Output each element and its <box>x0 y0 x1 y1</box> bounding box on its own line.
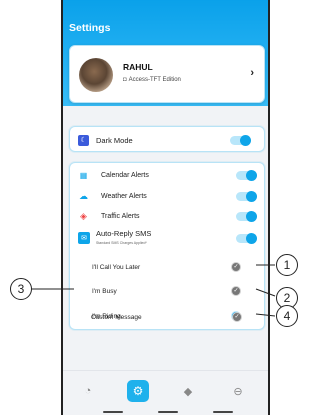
auto-reply-toggle[interactable] <box>236 232 257 244</box>
weather-alerts-toggle[interactable] <box>236 190 257 202</box>
callout-1: 1 <box>276 254 298 276</box>
dark-mode-card: ☾ Dark Mode <box>69 126 265 152</box>
dark-mode-label: Dark Mode <box>96 135 133 145</box>
alert-row-traffic: ◈ Traffic Alerts <box>70 206 264 226</box>
cloud-icon: ☁ <box>79 190 88 201</box>
reply-option-row[interactable]: I'll Call You Later ✓ <box>70 257 264 277</box>
auto-reply-label: Auto-Reply SMS <box>96 229 152 238</box>
page-title: Settings <box>69 22 111 34</box>
reply-option-radio[interactable]: ✓ <box>232 312 242 322</box>
alerts-card: ▦ Calendar Alerts ☁ Weather Alerts ◈ Tra… <box>69 162 265 330</box>
dark-mode-icon: ☾ <box>78 134 89 146</box>
callout-3: 3 <box>10 278 32 300</box>
dark-mode-row: ☾ Dark Mode <box>70 130 264 150</box>
reply-option-label: I'll Call You Later <box>92 263 141 271</box>
car-icon: ◈ <box>80 210 87 221</box>
edition-icon: ◘ <box>123 77 127 83</box>
calendar-icon: ▦ <box>79 170 88 180</box>
reply-option-row[interactable]: Custom Message ✓ <box>69 307 265 327</box>
chevron-right-icon[interactable]: › <box>250 67 254 79</box>
alert-label: Weather Alerts <box>101 192 147 200</box>
profile-edition-label: Access-TFT Edition <box>128 77 181 83</box>
speedometer-icon[interactable]: ◔ <box>80 383 96 399</box>
alert-row-weather: ☁ Weather Alerts <box>70 186 264 206</box>
minus-circle-icon[interactable]: ⊖ <box>230 383 246 399</box>
traffic-alerts-toggle[interactable] <box>236 210 257 222</box>
alert-label: Traffic Alerts <box>101 212 140 220</box>
sms-icon: ✉ <box>78 232 90 244</box>
home-indicator <box>63 407 268 413</box>
callout-4: 4 <box>276 305 298 327</box>
reply-option-row[interactable]: I'm Busy ✓ <box>70 281 264 301</box>
alert-row-calendar: ▦ Calendar Alerts <box>70 165 264 185</box>
reply-option-label: Custom Message <box>91 313 142 321</box>
dark-mode-toggle[interactable] <box>230 134 251 146</box>
reply-option-label: I'm Busy <box>92 287 117 295</box>
phone-screen: Settings RAHUL ◘ Access-TFT Edition › ☾ … <box>61 0 270 415</box>
reply-option-radio[interactable]: ✓ <box>231 262 241 272</box>
auto-reply-sublabel: Standard SMS Charges Applied* <box>96 241 147 245</box>
settings-icon[interactable]: ⚙ <box>127 380 149 402</box>
calendar-alerts-toggle[interactable] <box>236 169 257 181</box>
reply-option-radio[interactable]: ✓ <box>231 286 241 296</box>
bottom-navigation: ◔ ⚙ ◆ ⊖ <box>63 370 268 415</box>
profile-card[interactable]: RAHUL ◘ Access-TFT Edition › <box>69 45 265 103</box>
alert-label: Calendar Alerts <box>101 171 149 179</box>
avatar <box>79 58 113 92</box>
profile-name: RAHUL <box>123 62 153 72</box>
auto-reply-row: ✉ Auto-Reply SMS Standard SMS Charges Ap… <box>70 227 264 249</box>
navigation-icon[interactable]: ◆ <box>180 383 196 399</box>
profile-edition: ◘ Access-TFT Edition <box>123 77 181 83</box>
